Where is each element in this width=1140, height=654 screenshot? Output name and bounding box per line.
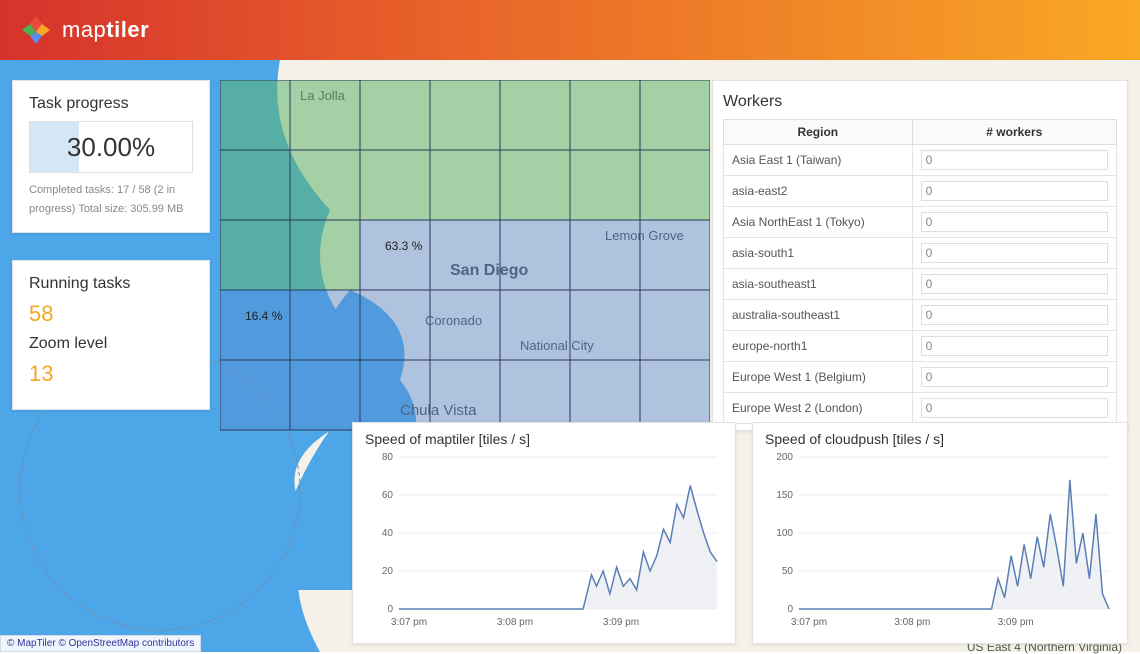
chart-title: Speed of maptiler [tiles / s]: [365, 431, 723, 447]
running-tasks-panel: Running tasks 58 Zoom level 13: [12, 260, 210, 410]
running-tasks-value: 58: [29, 301, 193, 327]
table-row: asia-east2: [724, 176, 1117, 207]
col-count: # workers: [912, 120, 1116, 145]
region-cell: Europe West 2 (London): [724, 393, 913, 424]
region-cell: Europe West 1 (Belgium): [724, 362, 913, 393]
count-cell: [912, 269, 1116, 300]
svg-text:60: 60: [382, 490, 394, 501]
region-cell: asia-southeast1: [724, 269, 913, 300]
region-cell: Asia East 1 (Taiwan): [724, 145, 913, 176]
maptiler-logo-icon: [20, 14, 52, 46]
worker-count-input[interactable]: [921, 336, 1108, 356]
chart-cloudpush-speed: Speed of cloudpush [tiles / s] 0 50 100 150…: [752, 422, 1128, 644]
table-row: asia-southeast1: [724, 269, 1117, 300]
tile-grid-overlay: 63.3 % 16.4 %: [220, 80, 710, 440]
worker-count-input[interactable]: [921, 243, 1108, 263]
task-progress-title: Task progress: [29, 95, 193, 113]
svg-text:50: 50: [782, 566, 794, 577]
task-progress-bar: 30.00%: [29, 121, 193, 173]
region-cell: europe-north1: [724, 331, 913, 362]
task-meta-text: Completed tasks: 17 / 58 (2 in progress)…: [29, 181, 193, 218]
brand-logo[interactable]: maptiler: [20, 14, 149, 46]
chart-svg: 0 20 40 60 80 3:07 pm 3:08 pm 3:09 pm: [365, 451, 723, 631]
table-row: asia-south1: [724, 238, 1117, 269]
svg-text:3:08 pm: 3:08 pm: [894, 617, 930, 628]
svg-text:20: 20: [382, 566, 394, 577]
svg-text:0: 0: [787, 604, 793, 615]
worker-count-input[interactable]: [921, 398, 1108, 418]
progress-percent: 30.00%: [30, 122, 192, 172]
workers-panel: Workers Region # workers Asia East 1 (Ta…: [712, 80, 1128, 431]
worker-count-input[interactable]: [921, 181, 1108, 201]
svg-text:16.4 %: 16.4 %: [245, 309, 283, 323]
worker-count-input[interactable]: [921, 150, 1108, 170]
table-row: Asia East 1 (Taiwan): [724, 145, 1117, 176]
running-tasks-title: Running tasks: [29, 275, 193, 293]
svg-text:150: 150: [776, 490, 793, 501]
region-cell: Asia NorthEast 1 (Tokyo): [724, 207, 913, 238]
worker-count-input[interactable]: [921, 212, 1108, 232]
svg-text:100: 100: [776, 528, 793, 539]
count-cell: [912, 393, 1116, 424]
chart-title: Speed of cloudpush [tiles / s]: [765, 431, 1115, 447]
svg-text:200: 200: [776, 452, 793, 463]
svg-text:40: 40: [382, 528, 394, 539]
svg-text:3:07 pm: 3:07 pm: [791, 617, 827, 628]
brand-name: maptiler: [62, 17, 149, 43]
count-cell: [912, 362, 1116, 393]
region-cell: australia-southeast1: [724, 300, 913, 331]
count-cell: [912, 176, 1116, 207]
count-cell: [912, 207, 1116, 238]
worker-count-input[interactable]: [921, 305, 1108, 325]
table-row: Asia NorthEast 1 (Tokyo): [724, 207, 1117, 238]
svg-text:0: 0: [387, 604, 393, 615]
workers-table: Region # workers Asia East 1 (Taiwan) as…: [723, 119, 1117, 424]
table-row: europe-north1: [724, 331, 1117, 362]
count-cell: [912, 300, 1116, 331]
count-cell: [912, 331, 1116, 362]
svg-text:3:09 pm: 3:09 pm: [998, 617, 1034, 628]
count-cell: [912, 145, 1116, 176]
zoom-level-title: Zoom level: [29, 335, 193, 353]
table-row: Europe West 1 (Belgium): [724, 362, 1117, 393]
region-cell: asia-south1: [724, 238, 913, 269]
svg-text:3:09 pm: 3:09 pm: [603, 617, 639, 628]
worker-count-input[interactable]: [921, 274, 1108, 294]
table-row: australia-southeast1: [724, 300, 1117, 331]
chart-svg: 0 50 100 150 200 3:07 pm 3:08 pm 3:09 pm: [765, 451, 1115, 631]
count-cell: [912, 238, 1116, 269]
chart-maptiler-speed: Speed of maptiler [tiles / s] 0 20 40 60 80 3…: [352, 422, 736, 644]
workers-title: Workers: [723, 93, 1117, 111]
svg-text:63.3 %: 63.3 %: [385, 239, 423, 253]
col-region: Region: [724, 120, 913, 145]
table-row: Europe West 2 (London): [724, 393, 1117, 424]
worker-count-input[interactable]: [921, 367, 1108, 387]
zoom-level-value: 13: [29, 361, 193, 387]
svg-text:3:08 pm: 3:08 pm: [497, 617, 533, 628]
map-attribution[interactable]: © MapTiler © OpenStreetMap contributors: [0, 635, 201, 652]
task-progress-panel: Task progress 30.00% Completed tasks: 17…: [12, 80, 210, 233]
svg-text:80: 80: [382, 452, 394, 463]
region-cell: asia-east2: [724, 176, 913, 207]
svg-text:3:07 pm: 3:07 pm: [391, 617, 427, 628]
header: maptiler: [0, 0, 1140, 60]
